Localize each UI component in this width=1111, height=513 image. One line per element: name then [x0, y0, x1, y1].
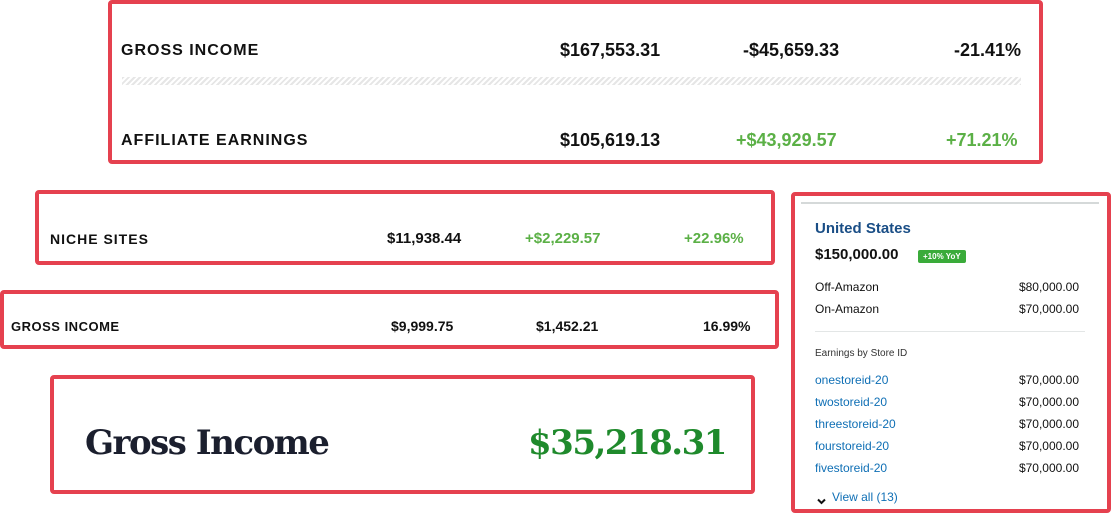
view-all-label[interactable]: View all (13) — [832, 490, 898, 504]
gross-income-small-percent: 16.99% — [703, 318, 751, 334]
store-row: threestoreid-20 $70,000.00 — [815, 417, 1079, 431]
niche-sites-change: +$2,229.57 — [525, 230, 601, 247]
total-earnings: $150,000.00 — [815, 246, 899, 263]
store-link[interactable]: threestoreid-20 — [815, 417, 896, 431]
store-row: fourstoreid-20 $70,000.00 — [815, 439, 1079, 453]
gross-income-small-change: $1,452.21 — [536, 318, 599, 334]
niche-sites-panel: NICHE SITES $11,938.44 +$2,229.57 +22.96… — [35, 190, 775, 265]
breakdown-row: On-Amazon $70,000.00 — [815, 302, 1079, 316]
store-link[interactable]: fourstoreid-20 — [815, 439, 889, 453]
store-value: $70,000.00 — [1018, 395, 1079, 409]
breakdown-label: On-Amazon — [815, 302, 880, 316]
niche-sites-amount: $11,938.44 — [387, 230, 462, 247]
store-link[interactable]: twostoreid-20 — [815, 395, 887, 409]
gross-income-serif-label: Gross Income — [85, 423, 330, 463]
gross-income-percent: -21.41% — [954, 40, 1022, 60]
store-value: $70,000.00 — [1018, 373, 1079, 387]
store-value: $70,000.00 — [1018, 439, 1079, 453]
gross-income-small-panel: GROSS INCOME $9,999.75 $1,452.21 16.99% — [0, 290, 779, 349]
view-all-link[interactable]: View all (13) — [817, 490, 898, 504]
store-row: twostoreid-20 $70,000.00 — [815, 395, 1079, 409]
affiliate-earnings-percent: +71.21% — [946, 130, 1018, 150]
gross-income-small-amount: $9,999.75 — [391, 318, 454, 334]
breakdown-row: Off-Amazon $80,000.00 — [815, 280, 1079, 294]
store-heading: Earnings by Store ID — [815, 348, 908, 359]
store-value: $70,000.00 — [1018, 461, 1079, 475]
store-row: fivestoreid-20 $70,000.00 — [815, 461, 1079, 475]
affiliate-earnings-change: +$43,929.57 — [736, 130, 837, 150]
affiliate-earnings-amount: $105,619.13 — [560, 130, 661, 150]
store-value: $70,000.00 — [1018, 417, 1079, 431]
region-title: United States — [815, 220, 911, 237]
gross-income-label: GROSS INCOME — [121, 42, 260, 59]
section-divider — [815, 331, 1085, 332]
gross-income-small-label: GROSS INCOME — [11, 319, 120, 334]
breakdown-label: Off-Amazon — [815, 280, 879, 294]
breakdown-value: $70,000.00 — [1018, 302, 1079, 316]
breakdown-value: $80,000.00 — [1018, 280, 1079, 294]
amazon-earnings-panel: United States $150,000.00 +10% YoY Off-A… — [791, 192, 1111, 513]
affiliate-earnings-label: AFFILIATE EARNINGS — [121, 132, 309, 149]
gross-income-serif-amount: $35,218.31 — [528, 423, 727, 463]
chevron-down-icon — [817, 494, 826, 504]
store-link[interactable]: onestoreid-20 — [815, 373, 888, 387]
niche-sites-label: NICHE SITES — [50, 231, 149, 247]
gross-income-change: -$45,659.33 — [743, 40, 840, 60]
store-row: onestoreid-20 $70,000.00 — [815, 373, 1079, 387]
row-divider — [122, 77, 1021, 85]
yoy-badge: +10% YoY — [918, 250, 966, 263]
store-link[interactable]: fivestoreid-20 — [815, 461, 887, 475]
gross-income-serif-panel: Gross Income $35,218.31 — [50, 375, 755, 494]
niche-sites-percent: +22.96% — [684, 230, 744, 247]
income-summary-panel: GROSS INCOME $167,553.31 -$45,659.33 -21… — [108, 0, 1043, 164]
gross-income-amount: $167,553.31 — [560, 40, 661, 60]
